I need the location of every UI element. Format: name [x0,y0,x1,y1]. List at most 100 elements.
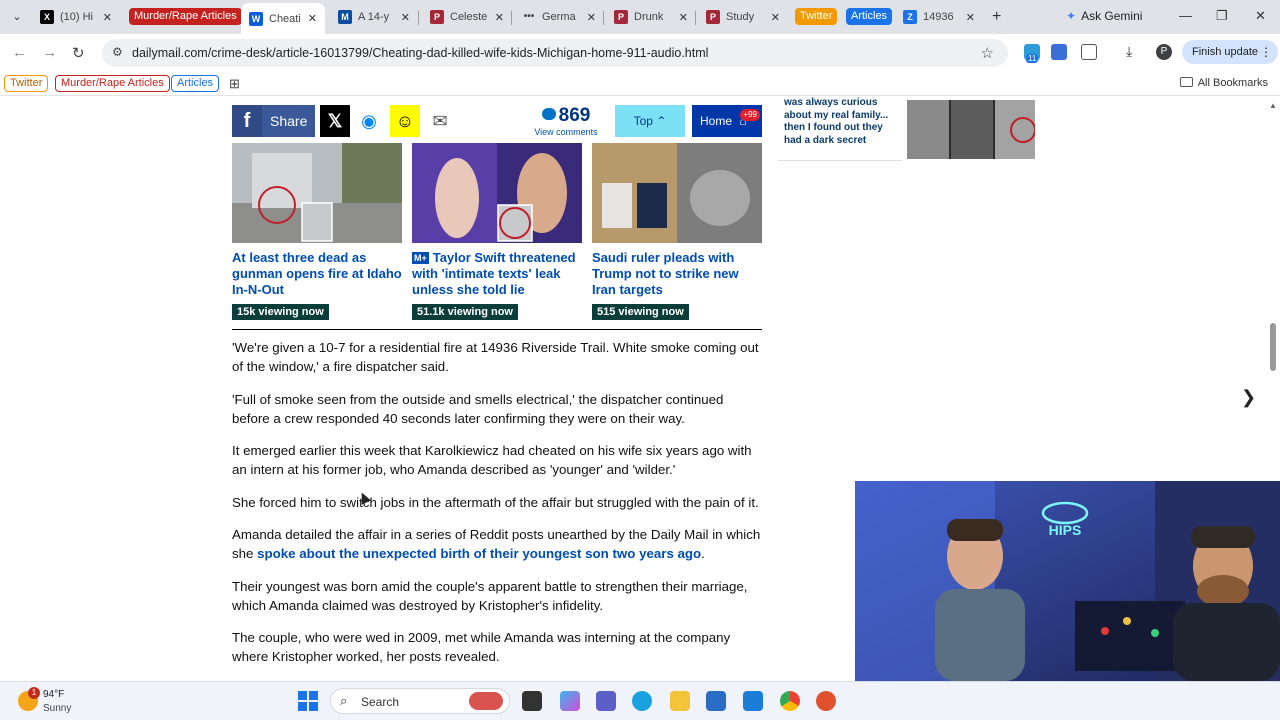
notification-badge: +99 [740,109,760,121]
forward-arrow-icon[interactable]: → [42,44,57,61]
sidebar-story[interactable]: was always curious about my real family.… [778,97,1038,161]
chrome-icon[interactable] [780,691,800,711]
messenger-share-icon[interactable]: ◉ [354,105,384,137]
url-text[interactable]: dailymail.com/crime-desk/article-1601379… [132,46,708,60]
promo-thumbnail-image[interactable] [412,143,582,243]
section-divider [232,329,762,330]
search-highlight-image [469,692,503,710]
ask-gemini-button[interactable]: ✦ Ask Gemini [1066,9,1142,23]
promo-headline[interactable]: At least three dead as gunman opens fire… [232,250,402,298]
bookmarks-bar: Twitter Murder/Rape Articles Articles ⊞ … [0,72,1280,96]
close-tab-icon[interactable]: ✕ [495,11,504,24]
share-bar: f Share 𝕏 ◉ ☺ ✉ 869 View comments Top ⌃ H… [232,105,762,137]
bookmark-folder-articles[interactable]: Articles [171,75,220,92]
all-bookmarks-button[interactable]: All Bookmarks [1179,77,1268,89]
news-favicon-icon: P [614,10,628,24]
tab-drunk[interactable]: P Drunk ✕ [614,5,688,29]
file-explorer-icon[interactable] [670,691,690,711]
more-dots-favicon-icon: ••• [523,11,535,22]
tab-search-chevron-icon[interactable]: ⌄ [8,8,26,26]
tab-dailymail-active[interactable]: W Cheati ✕ [241,3,325,34]
back-to-top-button[interactable]: Top ⌃ [615,105,685,137]
promo-card[interactable]: At least three dead as gunman opens fire… [232,143,402,320]
article-inline-link[interactable]: spoke about the unexpected birth of thei… [257,546,701,561]
firefox-icon[interactable] [816,691,836,711]
home-button[interactable]: Home ⌂ +99 [692,105,762,137]
task-view-icon[interactable] [522,691,542,711]
promo-headline[interactable]: Saudi ruler pleads with Trump not to str… [592,250,762,298]
reload-icon[interactable]: ↻ [72,44,85,62]
tab-separator [418,11,419,25]
sidebar-divider [778,160,902,161]
close-window-icon[interactable]: ✕ [1255,8,1266,24]
facebook-share-button[interactable]: f Share [232,105,315,137]
back-arrow-icon[interactable]: ← [12,44,27,61]
tab-group-articles[interactable]: Articles [846,8,893,25]
teams-icon[interactable] [596,691,616,711]
mail-icon[interactable] [743,691,763,711]
profile-avatar[interactable]: P [1156,44,1172,60]
promo-card[interactable]: M+ Taylor Swift threatened with 'intimate… [412,143,582,320]
x-share-icon[interactable]: 𝕏 [320,105,350,137]
scrollbar-thumb[interactable] [1270,323,1276,371]
facebook-icon: f [232,105,262,137]
viewing-now-badge: 15k viewing now [232,304,329,320]
tab-germa[interactable]: ••• Germa ✕ [522,5,596,29]
taskbar-search-box[interactable]: ⌕ Search [330,688,510,714]
tab-14936[interactable]: Z 14936 ✕ [903,5,975,29]
extension-icon[interactable] [1051,44,1067,60]
promo-card[interactable]: Saudi ruler pleads with Trump not to str… [592,143,762,320]
tab-separator [603,11,604,25]
article-paragraph: Amanda detailed the affair in a series o… [232,527,761,561]
store-icon[interactable] [706,691,726,711]
new-tab-icon[interactable]: + [992,8,1001,26]
tab-group-murder-rape-articles[interactable]: Murder/Rape Articles [129,8,242,25]
close-tab-icon[interactable]: ✕ [771,11,780,24]
email-share-icon[interactable]: ✉ [425,105,455,137]
menu-dots-icon[interactable]: ⋮ [1260,40,1272,64]
tab-separator [511,11,512,25]
weather-widget[interactable]: 1 94°F Sunny [14,687,104,715]
sidebar-story-headline[interactable]: was always curious about my real family.… [784,97,902,147]
article-paragraph: 'We're given a 10-7 for a residential fi… [232,340,759,374]
address-bar[interactable]: ⚙ dailymail.com/crime-desk/article-16013… [102,39,1008,67]
mail-plus-badge: M+ [412,252,429,264]
finish-update-button[interactable]: Finish update ⋮ [1182,40,1279,64]
close-tab-icon[interactable]: ✕ [679,11,688,24]
promo-headline[interactable]: M+ Taylor Swift threatened with 'intimate… [412,250,582,298]
close-tab-icon[interactable]: ✕ [401,11,410,24]
zillow-favicon-icon: Z [903,10,917,24]
x-logo-icon: X [40,10,54,24]
tab-twitter[interactable]: X (10) Hi ✕ [40,5,112,29]
apps-grid-icon[interactable]: ⊞ [229,76,240,92]
copilot-icon[interactable] [560,691,580,711]
news-favicon-icon: P [430,10,444,24]
windows-start-icon[interactable] [298,691,318,711]
close-tab-icon[interactable]: ✕ [308,12,317,25]
site-info-icon[interactable]: ⚙ [112,45,123,59]
promo-thumbnail-image[interactable] [592,143,762,243]
carousel-next-chevron-icon[interactable]: ❯ [1241,387,1256,408]
edge-icon[interactable] [632,691,652,711]
tab-celeste[interactable]: P Celeste ✕ [430,5,504,29]
extensions-puzzle-icon[interactable] [1081,44,1097,60]
close-tab-icon[interactable]: ✕ [103,11,112,24]
restore-icon[interactable]: ❐ [1216,8,1228,24]
bookmark-folder-twitter[interactable]: Twitter [4,75,49,92]
comment-count-button[interactable]: 869 View comments [534,105,598,137]
bookmark-folder-murder-rape-articles[interactable]: Murder/Rape Articles [55,75,170,92]
download-icon[interactable]: ⤓ [1126,43,1132,60]
close-tab-icon[interactable]: ✕ [587,11,596,24]
tab-a-14-year[interactable]: M A 14-y ✕ [338,5,410,29]
promo-thumbnail-image[interactable] [232,143,402,243]
viewing-now-badge: 515 viewing now [592,304,689,320]
tab-group-twitter[interactable]: Twitter [795,8,838,25]
snapchat-share-icon[interactable]: ☺ [390,105,420,137]
sidebar-story-image[interactable] [907,100,1036,159]
scroll-up-arrow-icon[interactable]: ▲ [1269,101,1277,110]
close-tab-icon[interactable]: ✕ [966,11,975,24]
minimize-icon[interactable]: — [1179,8,1192,23]
article-paragraph: She forced him to switch jobs in the aft… [232,494,759,510]
tab-study[interactable]: P Study ✕ [706,5,780,29]
bookmark-star-icon[interactable]: ☆ [981,44,994,62]
